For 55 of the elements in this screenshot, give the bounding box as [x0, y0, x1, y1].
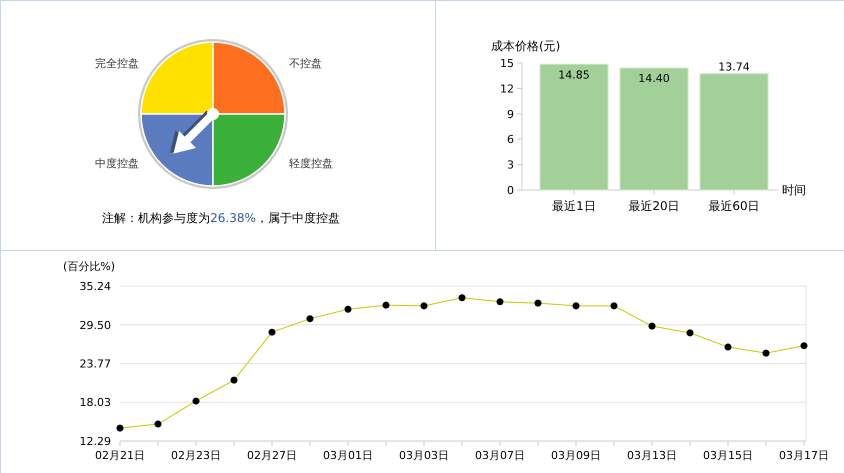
tick-label: 02月27日	[247, 449, 297, 462]
data-point	[116, 424, 124, 432]
tick-label: 03月17日	[779, 449, 829, 462]
data-point	[610, 302, 618, 310]
tick-label: 15	[500, 57, 514, 70]
tick-label: 18.03	[80, 396, 111, 410]
tick-label: 9	[507, 108, 514, 121]
gauge-label: 完全控盘	[95, 57, 139, 70]
tick-label: 0	[507, 184, 514, 197]
gauge-label: 轻度控盘	[289, 157, 333, 170]
data-point	[572, 302, 580, 310]
category-label: 最近60日	[708, 199, 760, 213]
tick-label: 35.24	[80, 280, 111, 293]
data-point	[534, 300, 542, 307]
data-point	[382, 302, 390, 309]
tick-label: 02月23日	[171, 449, 221, 462]
data-point	[762, 350, 770, 357]
gauge-label: 不控盘	[289, 57, 322, 70]
data-point	[192, 398, 200, 405]
value-label: 13.74	[718, 60, 750, 74]
tick-label: 6	[507, 133, 514, 146]
axis-title: 成本价格(元)	[491, 39, 560, 53]
category-label: 最近20日	[628, 199, 680, 213]
tick-label: 12.29	[80, 435, 111, 448]
data-point	[648, 322, 656, 330]
tick-label: 03月09日	[551, 449, 601, 462]
tick-label: 3	[507, 158, 514, 172]
data-point	[306, 315, 314, 322]
data-point	[686, 329, 694, 336]
tick-label: 12	[500, 82, 514, 96]
value-label: 14.40	[638, 72, 670, 86]
tick-label: 03月03日	[399, 449, 449, 462]
data-point	[724, 344, 732, 351]
pointer-arrow	[170, 108, 219, 154]
tick-label: 03月07日	[475, 449, 525, 462]
tick-label: 29.50	[80, 318, 111, 332]
tick-label: 03月13日	[627, 449, 677, 462]
data-point	[154, 420, 162, 428]
data-point	[496, 298, 504, 306]
data-point	[268, 328, 276, 336]
data-point	[800, 342, 808, 350]
category-label: 最近1日	[552, 199, 596, 213]
data-point	[230, 376, 238, 384]
tick-label: 23.77	[80, 357, 111, 370]
data-point	[344, 306, 352, 313]
tick-label: 03月15日	[703, 449, 753, 462]
data-point	[420, 302, 428, 310]
gauge-note: 注解：机构参与度为26.38%，属于中度控盘	[102, 211, 340, 225]
data-point	[458, 294, 466, 302]
tick-label: 02月21日	[95, 449, 145, 462]
value-label: 14.85	[558, 68, 590, 82]
gauge-label: 中度控盘	[95, 157, 139, 170]
tick-label: 03月01日	[323, 449, 373, 462]
axis-title: 时间	[782, 183, 806, 197]
axis-title: (百分比%)	[63, 260, 116, 273]
